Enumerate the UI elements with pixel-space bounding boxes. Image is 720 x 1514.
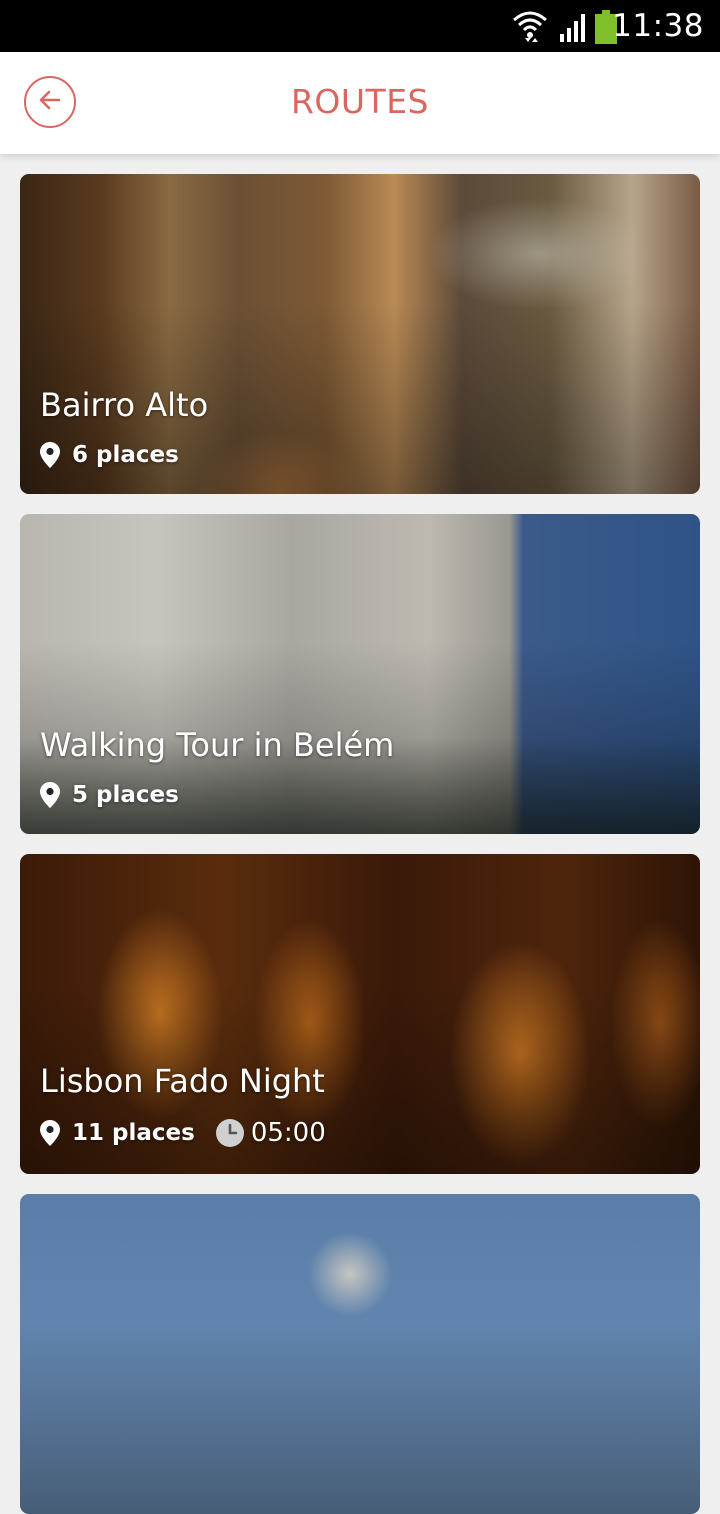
places-count: 6 places bbox=[72, 442, 179, 468]
route-title: Walking Tour in Belém bbox=[40, 726, 395, 764]
route-duration: 05:00 bbox=[250, 1118, 326, 1148]
app-bar: ROUTES bbox=[0, 52, 720, 154]
page-title: ROUTES bbox=[290, 82, 429, 121]
route-meta: 11 places 05:00 bbox=[40, 1118, 326, 1148]
status-time: 11:38 bbox=[612, 8, 704, 44]
route-card-belem[interactable]: Walking Tour in Belém 5 places bbox=[20, 514, 700, 834]
wifi-icon bbox=[512, 10, 548, 46]
route-card-bairro-alto[interactable]: Bairro Alto 6 places bbox=[20, 174, 700, 494]
route-title: Bairro Alto bbox=[40, 386, 209, 424]
places-count: 5 places bbox=[72, 782, 179, 808]
status-bar: 11:38 bbox=[0, 0, 720, 52]
route-meta: 5 places bbox=[40, 782, 179, 808]
location-pin-icon bbox=[40, 442, 60, 468]
places-count: 11 places bbox=[72, 1120, 195, 1146]
signal-icon bbox=[558, 12, 588, 46]
route-meta: 6 places bbox=[40, 442, 179, 468]
clock-icon bbox=[215, 1118, 245, 1148]
route-card-partial[interactable] bbox=[20, 1194, 700, 1514]
location-pin-icon bbox=[40, 1120, 60, 1146]
location-pin-icon bbox=[40, 782, 60, 808]
card-image-overlay bbox=[20, 1194, 700, 1514]
route-title: Lisbon Fado Night bbox=[40, 1062, 325, 1100]
route-card-fado-night[interactable]: Lisbon Fado Night 11 places 05:00 bbox=[20, 854, 700, 1174]
